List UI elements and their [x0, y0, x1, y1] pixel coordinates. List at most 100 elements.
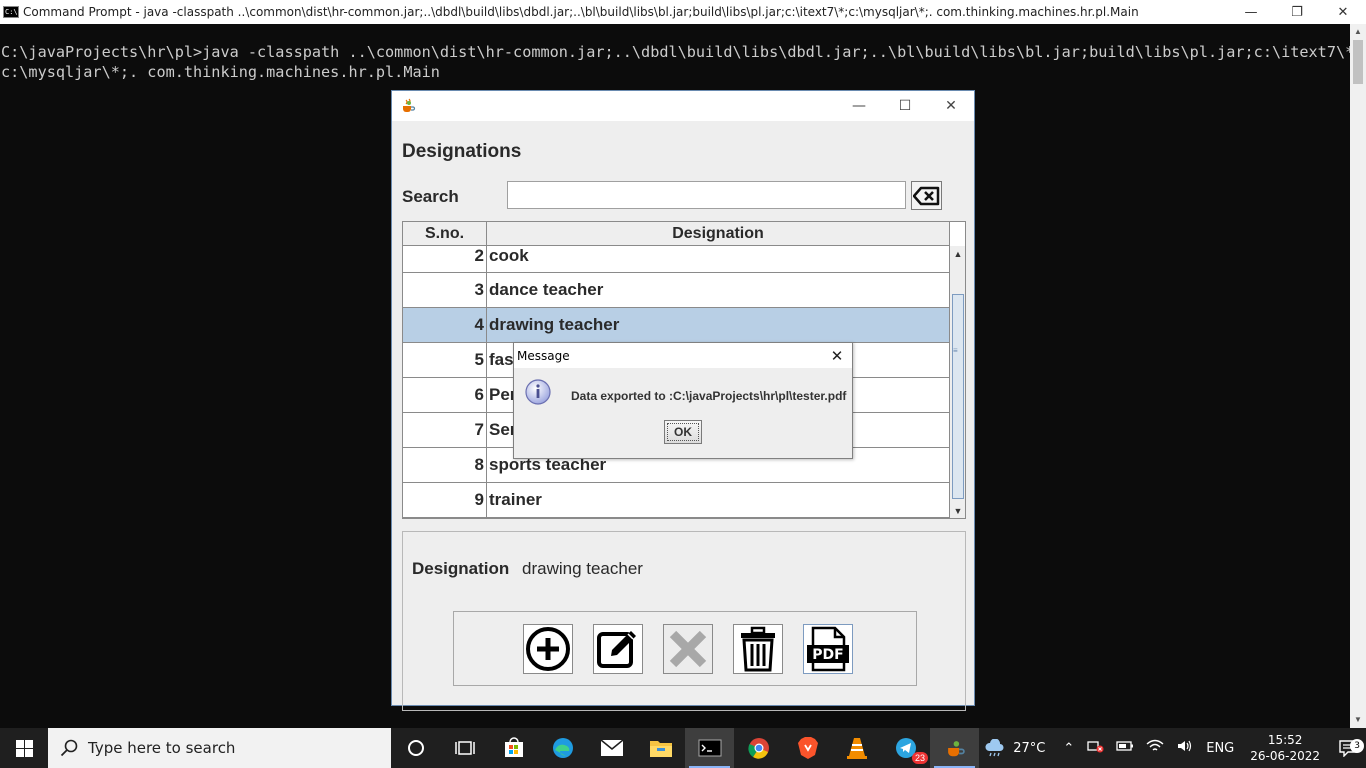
page-title: Designations	[402, 141, 522, 162]
scroll-up-icon[interactable]: ▲	[1350, 24, 1366, 40]
console-titlebar: C:\ Command Prompt - java -classpath ..\…	[0, 0, 1366, 24]
rain-cloud-icon	[985, 739, 1004, 757]
cell-sno: 2	[403, 246, 487, 272]
table-header: S.no. Designation	[403, 222, 950, 246]
battery-icon[interactable]	[1116, 740, 1134, 756]
brave-button[interactable]	[783, 728, 832, 768]
system-tray: 27°C ⌃ ENG 15:52 26-06-2022 3	[983, 728, 1366, 768]
cell-designation: trainer	[489, 490, 542, 509]
scroll-grip-icon: ≡	[953, 346, 958, 355]
cell-designation: drawing teacher	[489, 315, 620, 334]
info-icon	[525, 379, 551, 405]
designations-window-titlebar: — ☐ ✕	[392, 91, 974, 121]
table-row[interactable]: 2 cook	[403, 246, 950, 273]
search-label: Search	[402, 187, 459, 206]
column-header-sno[interactable]: S.no.	[403, 222, 487, 245]
wifi-icon[interactable]	[1146, 739, 1164, 757]
weather-widget[interactable]: 27°C	[983, 739, 1045, 757]
table-scrollbar[interactable]: ▲ ≡ ▼	[949, 246, 965, 518]
cell-sno: 3	[403, 273, 487, 307]
volume-icon[interactable]	[1176, 739, 1194, 757]
battery-level-icon	[1116, 741, 1134, 751]
table-row[interactable]: 3 dance teacher	[403, 273, 950, 308]
column-header-designation[interactable]: Designation	[487, 222, 950, 245]
java-coffee-icon	[403, 98, 416, 112]
java-app-taskbar-button[interactable]	[930, 728, 979, 768]
scroll-down-icon[interactable]: ▼	[1350, 712, 1366, 728]
network-status-icon[interactable]	[1086, 739, 1104, 757]
export-pdf-button[interactable]: PDF	[803, 624, 853, 674]
dialog-title: Message	[517, 348, 570, 363]
task-view-icon	[454, 741, 475, 755]
console-minimize-button[interactable]: —	[1228, 0, 1274, 24]
clear-search-button[interactable]	[911, 181, 942, 210]
edit-button[interactable]	[593, 624, 643, 674]
svg-text:PDF: PDF	[812, 647, 843, 663]
backspace-clear-icon	[912, 186, 939, 205]
cell-designation: cook	[489, 246, 529, 265]
table-row-selected[interactable]: 4 drawing teacher	[403, 308, 950, 343]
ok-button[interactable]: OK	[664, 420, 702, 444]
clock-time: 15:52	[1267, 733, 1303, 747]
app-maximize-button[interactable]: ☐	[882, 91, 928, 121]
cancel-icon	[669, 630, 707, 668]
cortana-icon	[407, 740, 424, 756]
cell-sno: 8	[403, 448, 487, 482]
taskbar-search-box[interactable]: Type here to search	[48, 728, 391, 768]
edge-browser-icon	[552, 738, 573, 758]
delete-button[interactable]	[733, 624, 783, 674]
telegram-unread-badge: 23	[911, 752, 928, 764]
taskbar-clock[interactable]: 15:52 26-06-2022	[1250, 732, 1320, 764]
console-scrollbar[interactable]: ▲ ▼	[1350, 24, 1366, 728]
cancel-button[interactable]	[663, 624, 713, 674]
cell-designation: dance teacher	[489, 280, 604, 299]
console-close-button[interactable]: ✕	[1320, 0, 1366, 24]
cell-sno: 4	[403, 308, 487, 342]
brave-browser-icon	[797, 737, 818, 759]
chrome-button[interactable]	[734, 728, 783, 768]
cmd-icon: C:\	[3, 6, 19, 18]
taskbar: Type here to search 23 27°C ⌃ ENG 15:52 …	[0, 728, 1366, 768]
chrome-browser-icon	[747, 738, 769, 759]
dialog-close-button[interactable]: ✕	[822, 347, 852, 365]
message-dialog: Message ✕ Data exported to :C:\javaProje…	[513, 342, 853, 459]
clock-date: 26-06-2022	[1250, 749, 1320, 763]
microsoft-store-icon	[504, 737, 523, 757]
vlc-button[interactable]	[832, 728, 881, 768]
mail-icon	[600, 739, 623, 756]
console-scroll-thumb[interactable]	[1353, 40, 1363, 84]
table-row[interactable]: 9 trainer	[403, 483, 950, 518]
cell-sno: 6	[403, 378, 487, 412]
scroll-down-icon[interactable]: ▼	[950, 503, 965, 518]
console-line: C:\javaProjects\hr\pl>java -classpath ..…	[1, 43, 1350, 61]
cortana-button[interactable]	[391, 728, 440, 768]
dialog-message: Data exported to :C:\javaProjects\hr\pl\…	[571, 389, 847, 403]
start-button[interactable]	[0, 728, 48, 768]
telegram-button[interactable]: 23	[881, 728, 930, 768]
task-view-button[interactable]	[440, 728, 489, 768]
notification-count-badge: 3	[1350, 739, 1364, 753]
console-maximize-button[interactable]: ❐	[1274, 0, 1320, 24]
store-button[interactable]	[489, 728, 538, 768]
console-title: Command Prompt - java -classpath ..\comm…	[23, 5, 1139, 19]
cell-sno: 7	[403, 413, 487, 447]
command-prompt-icon	[698, 739, 721, 757]
edit-icon	[597, 631, 636, 668]
app-close-button[interactable]: ✕	[928, 91, 974, 121]
table-scroll-thumb[interactable]	[952, 294, 964, 499]
vlc-icon	[846, 738, 867, 759]
action-center-button[interactable]: 3	[1330, 739, 1366, 757]
show-hidden-icons-icon[interactable]: ⌃	[1063, 741, 1074, 756]
console-line: c:\mysqljar\*;. com.thinking.machines.hr…	[1, 63, 440, 81]
add-button[interactable]	[523, 624, 573, 674]
mail-button[interactable]	[587, 728, 636, 768]
detail-designation-label: Designation	[412, 559, 510, 578]
cell-sno: 5	[403, 343, 487, 377]
input-language[interactable]: ENG	[1206, 741, 1234, 756]
file-explorer-button[interactable]	[636, 728, 685, 768]
search-input[interactable]	[507, 181, 906, 209]
app-minimize-button[interactable]: —	[836, 91, 882, 121]
scroll-up-icon[interactable]: ▲	[950, 246, 965, 262]
command-prompt-taskbar-button[interactable]	[685, 728, 734, 768]
edge-button[interactable]	[538, 728, 587, 768]
